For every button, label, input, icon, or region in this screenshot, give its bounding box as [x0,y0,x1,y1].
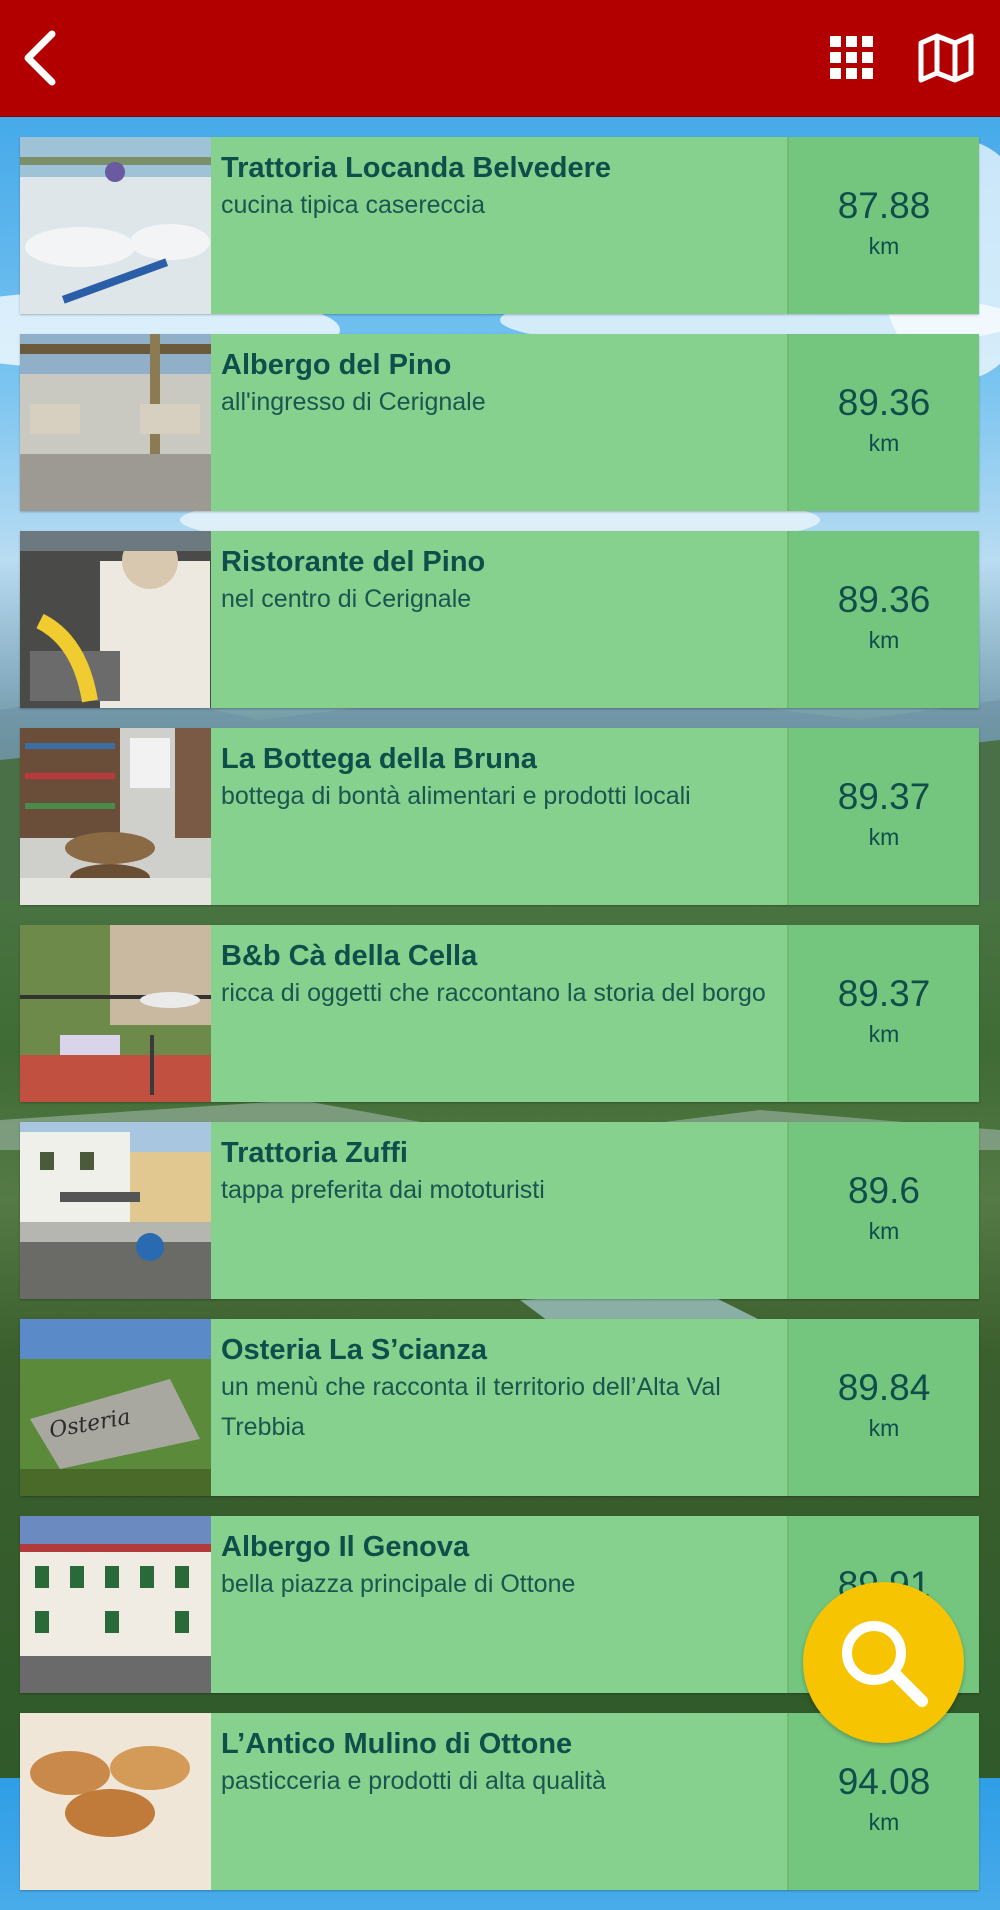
place-name: Osteria La S’cianza [221,1334,487,1366]
list-item[interactable]: Ristorante del Pino nel centro di Cerigna… [20,531,979,708]
distance-box: 89.37 km [789,925,979,1102]
place-photo [20,334,211,511]
place-photo [20,1122,211,1299]
place-photo: Osteria [20,1319,211,1496]
distance-unit: km [868,1414,900,1441]
place-info: Trattoria Zuffi tappa preferita dai motot… [211,1122,789,1299]
distance-unit: km [868,429,900,456]
distance-value: 87.88 [837,184,931,226]
list-item[interactable]: L’Antico Mulino di Ottone pasticceria e p… [20,1713,979,1890]
place-name: Trattoria Zuffi [221,1137,408,1169]
place-description: bella piazza principale di Ottone [221,1570,576,1598]
place-info: Albergo del Pino all'ingresso di Cerignal… [211,334,789,511]
place-name: Ristorante del Pino [221,546,486,578]
place-description: all'ingresso di Cerignale [221,388,486,416]
place-photo [20,925,211,1102]
place-description: bottega di bontà alimentari e prodotti l… [221,782,691,810]
map-button[interactable] [910,22,982,94]
place-name: B&b Cà della Cella [221,940,478,972]
place-photo [20,728,211,905]
grid-menu-icon [830,36,873,79]
distance-unit: km [868,823,900,850]
distance-value: 89.84 [837,1366,931,1408]
distance-unit: km [868,626,900,653]
place-description: ricca di oggetti che raccontano la stori… [221,979,766,1007]
distance-unit: km [868,1020,900,1047]
search-button[interactable] [803,1582,964,1743]
place-info: Albergo Il Genova bella piazza principale… [211,1516,789,1693]
place-name: Albergo del Pino [221,349,452,381]
place-photo [20,1516,211,1693]
distance-value: 89.36 [837,578,931,620]
list-item[interactable]: Trattoria Locanda Belvedere cucina tipica… [20,137,979,314]
place-description: nel centro di Cerignale [221,585,472,613]
distance-value: 89.36 [837,381,931,423]
distance-box: 89.84 km [789,1319,979,1496]
chevron-left-icon [24,30,56,86]
distance-unit: km [868,1808,900,1835]
place-name: Trattoria Locanda Belvedere [221,152,612,184]
place-name: Albergo Il Genova [221,1531,470,1563]
list-item[interactable]: Albergo del Pino all'ingresso di Cerignal… [20,334,979,511]
place-info: Ristorante del Pino nel centro di Cerigna… [211,531,789,708]
back-button[interactable] [4,22,76,94]
distance-box: 89.36 km [789,531,979,708]
distance-value: 89.37 [837,775,931,817]
list-item[interactable]: La Bottega della Bruna bottega di bontà a… [20,728,979,905]
distance-box: 87.88 km [789,137,979,314]
place-info: B&b Cà della Cella ricca di oggetti che r… [211,925,789,1102]
search-icon [841,1620,928,1707]
place-info: Osteria La S’cianza un menù che racconta … [211,1319,789,1496]
distance-box: 89.36 km [789,334,979,511]
list-item[interactable]: Trattoria Zuffi tappa preferita dai motot… [20,1122,979,1299]
distance-box: 89.37 km [789,728,979,905]
distance-unit: km [868,1217,900,1244]
list-item[interactable]: B&b Cà della Cella ricca di oggetti che r… [20,925,979,1102]
place-info: L’Antico Mulino di Ottone pasticceria e p… [211,1713,789,1890]
distance-value: 89.37 [837,972,931,1014]
place-name: La Bottega della Bruna [221,743,537,775]
place-description: un menù che racconta il territorio dell’… [221,1373,721,1441]
place-description: tappa preferita dai mototuristi [221,1176,545,1204]
distance-value: 89.6 [847,1169,920,1211]
place-photo [20,531,211,708]
place-description: cucina tipica casereccia [221,191,486,219]
distance-box: 89.6 km [789,1122,979,1299]
place-info: La Bottega della Bruna bottega di bontà a… [211,728,789,905]
distance-unit: km [868,232,900,259]
place-info: Trattoria Locanda Belvedere cucina tipica… [211,137,789,314]
place-name: L’Antico Mulino di Ottone [221,1728,573,1760]
place-description: pasticceria e prodotti di alta qualità [221,1767,606,1795]
top-app-bar [0,0,1000,117]
place-photo [20,1713,211,1890]
grid-menu-button[interactable] [816,22,888,94]
place-photo [20,137,211,314]
map-icon [918,33,974,83]
list-item[interactable]: Osteria Osteria La S’cianza un menù che ra… [20,1319,979,1496]
distance-value: 94.08 [837,1760,931,1802]
